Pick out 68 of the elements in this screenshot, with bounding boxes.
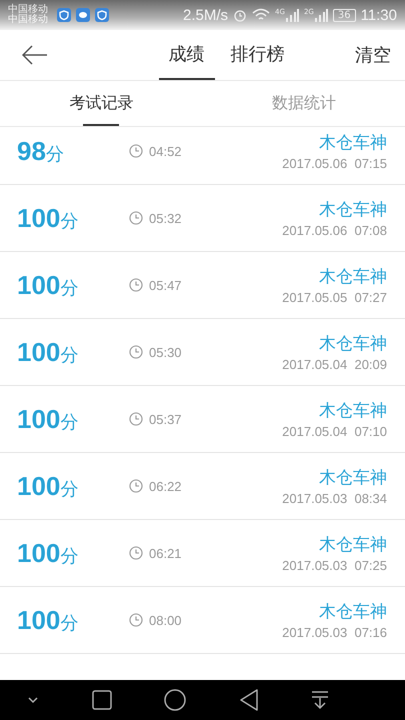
network-speed: 2.5M/s [183,6,228,24]
user-name: 木仓车神 [319,199,387,221]
date-time: 2017.05.06 07:15 [282,156,387,171]
carrier-name: 中国移动 [8,15,48,25]
clock-icon [129,546,143,560]
score-unit: 分 [60,344,78,366]
date-time: 2017.05.04 07:10 [282,424,387,439]
duration: 06:22 [149,478,182,494]
duration: 04:52 [149,144,182,158]
score-unit: 分 [60,276,78,300]
wifi-icon [252,8,270,22]
home-icon[interactable] [164,689,186,711]
score: 100 [17,336,60,368]
recent-apps-icon[interactable] [92,690,112,710]
date-time: 2017.05.03 07:16 [282,625,387,640]
chevron-down-icon[interactable] [26,695,40,705]
score: 100 [17,404,60,434]
clock-icon [129,211,143,225]
shield-icon [95,8,109,22]
battery-indicator: 36 [332,8,356,22]
score: 98 [17,136,46,166]
clock-icon [129,479,143,493]
duration: 06:21 [149,546,182,560]
score-unit: 分 [60,544,78,568]
score: 100 [17,538,60,568]
duration: 08:00 [149,612,182,628]
date-time: 2017.05.04 20:09 [282,357,387,372]
score: 100 [17,270,60,300]
clock-icon [129,613,143,627]
score-unit: 分 [60,210,78,232]
score: 100 [17,470,60,502]
signal-icon [314,8,328,22]
alarm-icon [233,8,248,22]
user-name: 木仓车神 [319,467,387,489]
score-unit: 分 [60,478,78,500]
score: 100 [17,202,60,234]
back-icon[interactable] [22,45,48,65]
date-time: 2017.05.03 07:25 [282,558,387,573]
clock-icon [129,412,143,426]
signal-icon [284,8,299,22]
message-icon [76,8,90,22]
back-icon[interactable] [238,689,259,711]
score-unit: 分 [60,410,78,434]
duration: 05:30 [149,344,182,360]
score-unit: 分 [46,142,64,166]
duration: 05:37 [149,412,182,426]
clock: 11:30 [360,6,397,24]
clock-icon [129,345,143,359]
tab[interactable]: 排行榜 [220,30,294,80]
score-unit: 分 [60,612,78,634]
clear-button[interactable]: 清空 [355,43,391,67]
notification-pull-icon[interactable] [310,690,329,710]
user-name: 木仓车神 [319,601,387,623]
score: 100 [17,604,60,636]
user-name: 木仓车神 [319,266,387,288]
clock-icon [129,144,143,158]
date-time: 2017.05.05 07:27 [282,290,387,305]
user-name: 木仓车神 [319,333,387,355]
user-name: 木仓车神 [319,534,387,556]
date-time: 2017.05.03 08:34 [282,491,387,506]
user-name: 木仓车神 [319,132,387,154]
shield-icon [57,8,71,22]
user-name: 木仓车神 [319,400,387,422]
duration: 05:47 [149,278,182,292]
duration: 05:32 [149,210,182,226]
date-time: 2017.05.06 07:08 [282,223,387,238]
clock-icon [129,278,143,292]
carrier-name: 中国移动 [8,5,48,15]
